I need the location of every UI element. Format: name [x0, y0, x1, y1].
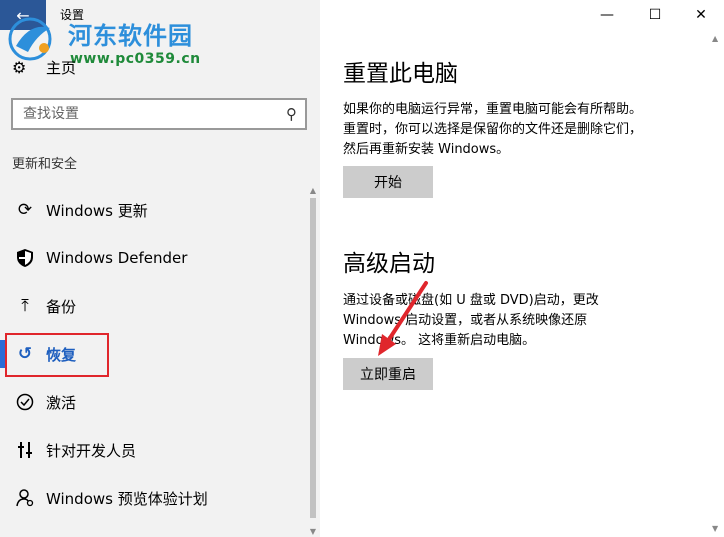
shield-icon	[14, 249, 36, 267]
annotation-highlight-box	[5, 333, 109, 377]
scroll-up-icon[interactable]: ▲	[712, 34, 718, 43]
scroll-down-icon[interactable]: ▼	[307, 525, 319, 537]
refresh-icon: ⟳	[17, 200, 33, 220]
sidebar-item-label: 备份	[46, 297, 77, 316]
sidebar-item-windows-update[interactable]: ⟳ Windows 更新	[0, 186, 306, 234]
sidebar-item-insider[interactable]: Windows 预览体验计划	[0, 474, 306, 522]
scrollbar-thumb[interactable]	[310, 198, 316, 518]
close-button[interactable]: ✕	[678, 0, 724, 30]
start-button[interactable]: 开始	[343, 166, 433, 198]
scroll-down-icon[interactable]: ▼	[712, 524, 718, 533]
sidebar-item-label: Windows 更新	[46, 201, 148, 220]
search-box: ⚲	[11, 98, 307, 130]
close-icon: ✕	[695, 7, 707, 23]
search-icon[interactable]: ⚲	[286, 105, 297, 123]
section-label: 更新和安全	[12, 157, 78, 172]
advanced-line: 通过设备或磁盘(如 U 盘或 DVD)启动，更改	[343, 293, 599, 308]
advanced-line: Windows 启动设置，或者从系统映像还原	[343, 313, 588, 328]
sidebar-item-developers[interactable]: 针对开发人员	[0, 426, 306, 474]
restart-now-button[interactable]: 立即重启	[343, 358, 433, 390]
sidebar-item-home[interactable]: ⚙ 主页	[12, 56, 76, 78]
sidebar-scrollbar[interactable]: ▲ ▼	[307, 184, 319, 537]
main-content: 重置此电脑 如果你的电脑运行异常，重置电脑可能会有所帮助。 重置时，你可以选择是…	[320, 30, 724, 537]
sidebar-item-label: 针对开发人员	[46, 441, 137, 460]
gear-icon: ⚙	[12, 57, 27, 77]
upload-icon: ⤒	[21, 296, 29, 316]
advanced-startup-title: 高级启动	[343, 251, 435, 277]
sidebar-item-label: Windows Defender	[46, 249, 188, 267]
reset-description: 如果你的电脑运行异常，重置电脑可能会有所帮助。 重置时，你可以选择是保留你的文件…	[343, 100, 703, 160]
home-label: 主页	[46, 58, 77, 77]
minimize-button[interactable]: —	[584, 0, 630, 30]
main-scrollbar[interactable]: ▲ ▼	[712, 30, 722, 537]
sidebar-item-activation[interactable]: 激活	[0, 378, 306, 426]
maximize-icon: ☐	[648, 7, 662, 23]
person-icon	[14, 489, 36, 507]
sidebar-item-label: 激活	[46, 393, 77, 412]
reset-line: 重置时，你可以选择是保留你的文件还是删除它们，	[343, 122, 643, 137]
reset-line: 如果你的电脑运行异常，重置电脑可能会有所帮助。	[343, 102, 643, 117]
reset-line: 然后再重新安装 Windows。	[343, 142, 510, 157]
scroll-up-icon[interactable]: ▲	[307, 184, 319, 196]
advanced-line: Windows。 这将重新启动电脑。	[343, 333, 536, 348]
watermark-url: www.pc0359.cn	[70, 51, 201, 67]
check-circle-icon	[14, 393, 36, 411]
minimize-icon: —	[600, 7, 614, 23]
maximize-button[interactable]: ☐	[632, 0, 678, 30]
watermark-name: 河东软件园	[68, 21, 193, 50]
advanced-startup-description: 通过设备或磁盘(如 U 盘或 DVD)启动，更改 Windows 启动设置，或者…	[343, 291, 703, 351]
sidebar-item-label: Windows 预览体验计划	[46, 489, 208, 508]
reset-title: 重置此电脑	[343, 61, 458, 87]
sidebar-item-backup[interactable]: ⤒ 备份	[0, 282, 306, 330]
developer-icon	[14, 441, 36, 459]
sidebar-item-windows-defender[interactable]: Windows Defender	[0, 234, 306, 282]
search-input[interactable]	[23, 106, 273, 122]
